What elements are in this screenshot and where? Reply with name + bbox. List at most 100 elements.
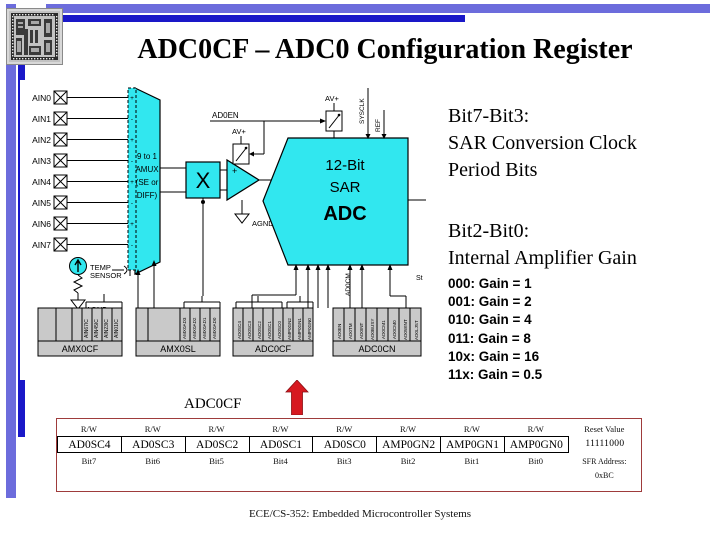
register-access-row: R/W R/W R/W R/W R/W R/W R/W R/W Reset Va… (57, 419, 641, 436)
access-cell: R/W (336, 424, 353, 434)
access-cell: R/W (527, 424, 544, 434)
svg-text:AD0SC2: AD0SC2 (257, 321, 262, 339)
svg-text:+: + (130, 221, 134, 228)
gain-encoding-list: 000: Gain = 1 001: Gain = 2 010: Gain = … (448, 275, 542, 384)
sensor-label: SENSOR (90, 271, 122, 280)
bit-name-cell: AMP0GN1 (440, 436, 504, 453)
note-line: SAR Conversion Clock (448, 132, 637, 154)
reset-value-header: Reset Value (584, 424, 625, 434)
gain-list-item: 011: Gain = 8 (448, 330, 531, 346)
mux-label-line: 9 to 1 (137, 152, 158, 161)
av-plus-label-2: AV+ (325, 94, 339, 103)
svg-text:AD0SC3: AD0SC3 (247, 321, 252, 339)
mux-label-line: AMUX (135, 165, 159, 174)
sfr-name-label: ADC0CN (358, 344, 395, 354)
note-line: Bit7-Bit3: (448, 105, 530, 127)
diagram-input-label: AIN6 (32, 219, 51, 229)
diagram-input-label: AIN2 (32, 135, 51, 145)
sfr-block-adc0cn: ADC0CN AD0EN AD0TM AD0INT AD0BUSY AD0CM1… (332, 307, 422, 357)
access-cell: R/W (463, 424, 480, 434)
access-cell: R/W (400, 424, 417, 434)
svg-text:AD0LJST: AD0LJST (414, 320, 419, 340)
diagram-input-label: AIN5 (32, 198, 51, 208)
svg-text:+: + (130, 137, 134, 144)
svg-text:AD0SC0: AD0SC0 (277, 321, 282, 339)
diagram-input-label: AIN1 (32, 114, 51, 124)
bit-number-cell: Bit7 (81, 456, 97, 466)
vref-label: REF (375, 119, 382, 132)
svg-text:-: - (131, 242, 133, 249)
register-pointer-label: ADC0CF (184, 396, 242, 412)
bit-number-cell: Bit3 (336, 456, 352, 466)
bit-number-cell: Bit6 (145, 456, 161, 466)
bit-number-cell: Bit5 (209, 456, 224, 466)
svg-text:+: + (130, 179, 134, 186)
bit-name-cell: AD0SC0 (312, 436, 377, 453)
gain-list-item: 001: Gain = 2 (448, 294, 532, 310)
bit-name-cell: AD0SC2 (184, 436, 249, 453)
red-up-arrow-icon (285, 379, 309, 416)
svg-text:-: - (131, 200, 133, 207)
sfr-address-label: SFR Address: (582, 457, 627, 466)
ad0cm-label: AD0CM (345, 273, 352, 296)
amux-block: + - + - + - + - 9 to 1 AMUX (SE or DIFF) (127, 87, 161, 275)
slide-footer: ECE/CS-352: Embedded Microcontroller Sys… (248, 508, 472, 520)
bit-name-cell: AD0SC4 (57, 436, 121, 453)
register-bit-table: R/W R/W R/W R/W R/W R/W R/W R/W Reset Va… (56, 418, 642, 492)
sfr-address-value: 0xBC (594, 471, 614, 480)
gain-list-item: 11x: Gain = 0.5 (448, 367, 543, 383)
svg-text:AD0INT: AD0INT (359, 322, 364, 339)
diagram-input-label: AIN0 (32, 93, 51, 103)
diagram-input-label: AIN4 (32, 177, 51, 187)
sfr-name-label: AMX0CF (62, 344, 99, 354)
sfr-name-label: ADC0CF (255, 344, 292, 354)
svg-text:AD0EN: AD0EN (337, 324, 342, 339)
gain-multiplier-block: X (185, 161, 221, 199)
av-plus-label-1: AV+ (232, 127, 246, 136)
svg-text:AMX0AD2: AMX0AD2 (192, 317, 197, 339)
svg-text:-: - (131, 116, 133, 123)
svg-text:AIN23IC: AIN23IC (104, 319, 110, 338)
sar-adc-block: 12-Bit SAR ADC (262, 137, 409, 266)
note-line: Bit2-Bit0: (448, 220, 530, 242)
svg-text:+: + (232, 166, 237, 176)
svg-text:AMP0GN1: AMP0GN1 (297, 318, 302, 340)
adc-label-line: ADC (323, 203, 366, 225)
svg-text:AD0TM: AD0TM (348, 323, 353, 339)
svg-text:AMX0AD1: AMX0AD1 (202, 317, 207, 339)
slide-root: ADC0CF – ADC0 Configuration Register AIN… (0, 0, 720, 540)
start-label: St (416, 275, 423, 282)
note-line: Internal Amplifier Gain (448, 247, 637, 269)
svg-text:AIN67IC: AIN67IC (84, 319, 90, 338)
svg-text:AD0CM0: AD0CM0 (392, 320, 397, 339)
svg-text:AIN01IC: AIN01IC (114, 319, 120, 338)
svg-text:AMP0GN0: AMP0GN0 (307, 318, 312, 340)
gain-block-label: X (196, 168, 211, 193)
adc-label-line: SAR (330, 179, 361, 196)
mux-label-line: (SE or (136, 178, 159, 187)
adc-block-diagram: AIN0 AIN1 AIN2 AIN3 AIN4 AIN5 AIN6 AIN7 … (20, 80, 440, 380)
svg-text:AD0SC4: AD0SC4 (237, 321, 242, 339)
register-name-row: AD0SC4 AD0SC3 AD0SC2 AD0SC1 AD0SC0 AMP0G… (57, 436, 641, 453)
adc-label-line: 12-Bit (325, 157, 365, 174)
note-block-bits2-0: Bit2-Bit0: Internal Amplifier Gain (448, 218, 637, 272)
svg-text:AIN45IC: AIN45IC (94, 319, 100, 338)
bit-number-cell: Bit4 (273, 456, 288, 466)
sysclk-label: SYSCLK (359, 98, 366, 124)
diagram-input-label: AIN7 (32, 240, 51, 250)
chip-die-logo (6, 8, 63, 65)
access-cell: R/W (80, 424, 97, 434)
svg-text:+: + (130, 95, 134, 102)
svg-text:AD0CM1: AD0CM1 (381, 320, 386, 339)
bit-name-cell: AMP0GN0 (503, 436, 569, 453)
accent-bar-top-light (46, 4, 710, 13)
bit-number-cell: Bit2 (400, 456, 416, 466)
svg-text:AMX0AD3: AMX0AD3 (182, 317, 187, 339)
sfr-name-label: AMX0SL (160, 344, 196, 354)
gain-list-item: 10x: Gain = 16 (448, 348, 540, 364)
bit-name-cell: AMP0GN2 (376, 436, 441, 453)
accent-bar-left-light (6, 4, 16, 498)
page-title: ADC0CF – ADC0 Configuration Register (137, 34, 633, 65)
note-block-bits7-3: Bit7-Bit3: SAR Conversion Clock Period B… (448, 103, 637, 184)
access-cell: R/W (272, 424, 289, 434)
